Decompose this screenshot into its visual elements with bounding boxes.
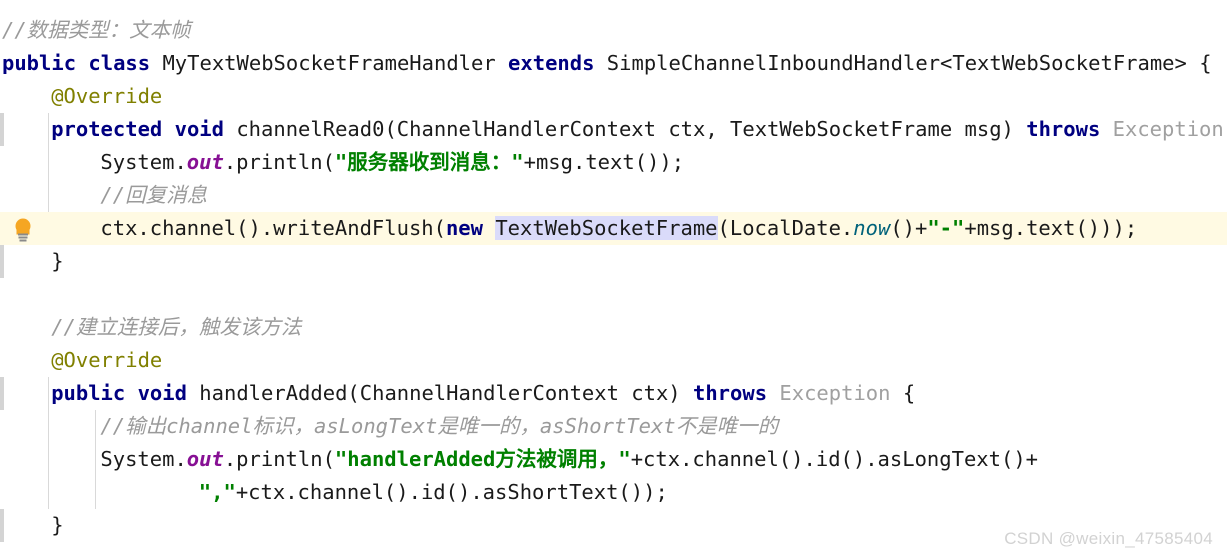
code-line[interactable]: } — [0, 245, 1227, 278]
code-token: MyTextWebSocketFrameHandler — [150, 51, 509, 75]
code-token: now — [853, 216, 891, 240]
code-token: handlerAdded(ChannelHandlerContext ctx) — [186, 381, 693, 405]
code-token: +msg.text())); — [964, 216, 1138, 240]
code-token: "handlerAdded方法被调用，" — [334, 447, 631, 471]
code-token: { — [890, 381, 916, 405]
code-token: SimpleChannelInboundHandler<TextWebSocke… — [594, 51, 1212, 75]
lightbulb-icon[interactable] — [12, 216, 34, 242]
code-token: throws — [1026, 117, 1101, 141]
code-line[interactable]: //数据类型：文本帧 — [0, 14, 1227, 47]
code-line-text: //回复消息 — [100, 179, 207, 212]
code-line-text: @Override — [51, 344, 162, 377]
code-line[interactable]: ctx.channel().writeAndFlush(new TextWebS… — [0, 212, 1227, 245]
code-line-text: protected void channelRead0(ChannelHandl… — [51, 113, 1227, 146]
code-token: new — [445, 216, 483, 240]
code-token: //回复消息 — [100, 183, 208, 207]
code-token: Exception — [1112, 117, 1224, 141]
code-token: ctx.channel().writeAndFlush( — [100, 216, 446, 240]
watermark: CSDN @weixin_47585404 — [1004, 529, 1213, 548]
code-line-text: public class MyTextWebSocketFrameHandler… — [2, 47, 1212, 80]
code-token: public — [51, 381, 126, 405]
code-line[interactable] — [0, 278, 1227, 311]
code-line[interactable]: //建立连接后，触发该方法 — [0, 311, 1227, 344]
code-token: } — [51, 513, 64, 537]
code-token: (LocalDate. — [717, 216, 854, 240]
code-line[interactable]: public class MyTextWebSocketFrameHandler… — [0, 47, 1227, 80]
code-line[interactable]: //回复消息 — [0, 179, 1227, 212]
code-token: +ctx.channel().id().asShortText()); — [235, 480, 668, 504]
code-token: } — [51, 249, 64, 273]
code-token: throws — [693, 381, 768, 405]
code-line[interactable]: @Override — [0, 344, 1227, 377]
code-token: //建立连接后，触发该方法 — [51, 315, 302, 339]
code-line-text: } — [51, 509, 63, 542]
code-token: .println( — [223, 447, 335, 471]
code-token: Exception — [779, 381, 891, 405]
code-editor[interactable]: //数据类型：文本帧 public class MyTextWebSocketFr… — [0, 0, 1227, 555]
code-line-text: //建立连接后，触发该方法 — [51, 311, 301, 344]
code-line-text: } — [51, 245, 63, 278]
code-line-text: System.out.println("服务器收到消息："+msg.text()… — [100, 146, 684, 179]
code-token: System. — [100, 447, 187, 471]
code-token: TextWebSocketFrame — [495, 216, 718, 240]
code-line[interactable]: System.out.println("服务器收到消息："+msg.text()… — [0, 146, 1227, 179]
code-token: +msg.text()); — [523, 150, 685, 174]
code-line-text: ","+ctx.channel().id().asShortText()); — [199, 476, 668, 509]
code-line-text: //输出channel标识，asLongText是唯一的，asShortText… — [100, 410, 778, 443]
code-token: void — [137, 381, 187, 405]
code-line[interactable]: @Override — [0, 80, 1227, 113]
code-line-text: ctx.channel().writeAndFlush(new TextWebS… — [100, 212, 1137, 245]
code-token: "服务器收到消息：" — [334, 150, 524, 174]
code-token: channelRead0(ChannelHandlerContext ctx, … — [224, 117, 1027, 141]
code-token: out — [186, 150, 224, 174]
code-line-text: public void handlerAdded(ChannelHandlerC… — [51, 377, 915, 410]
code-token: class — [88, 51, 151, 75]
code-token: System. — [100, 150, 187, 174]
code-line-text: //数据类型：文本帧 — [2, 14, 191, 47]
code-token: out — [186, 447, 224, 471]
code-token: .println( — [223, 150, 335, 174]
code-token: ()+ — [890, 216, 928, 240]
code-line-text: System.out.println("handlerAdded方法被调用，"+… — [100, 443, 1038, 476]
code-token: extends — [508, 51, 595, 75]
code-token: void — [174, 117, 224, 141]
code-token: "-" — [927, 216, 965, 240]
code-line[interactable]: public void handlerAdded(ChannelHandlerC… — [0, 377, 1227, 410]
code-token: @Override — [51, 84, 163, 108]
code-token: protected — [51, 117, 163, 141]
code-line-text: @Override — [51, 80, 162, 113]
code-line[interactable]: //输出channel标识，asLongText是唯一的，asShortText… — [0, 410, 1227, 443]
code-line[interactable]: ","+ctx.channel().id().asShortText()); — [0, 476, 1227, 509]
code-token: //输出channel标识，asLongText是唯一的，asShortText… — [100, 414, 779, 438]
code-token: public — [2, 51, 77, 75]
code-token: //数据类型：文本帧 — [2, 18, 191, 42]
code-token: @Override — [51, 348, 163, 372]
code-line[interactable]: System.out.println("handlerAdded方法被调用，"+… — [0, 443, 1227, 476]
code-line[interactable]: protected void channelRead0(ChannelHandl… — [0, 113, 1227, 146]
code-surface[interactable]: //数据类型：文本帧 public class MyTextWebSocketFr… — [0, 0, 1227, 555]
code-token: +ctx.channel().id().asLongText()+ — [630, 447, 1039, 471]
code-token: "," — [198, 480, 236, 504]
